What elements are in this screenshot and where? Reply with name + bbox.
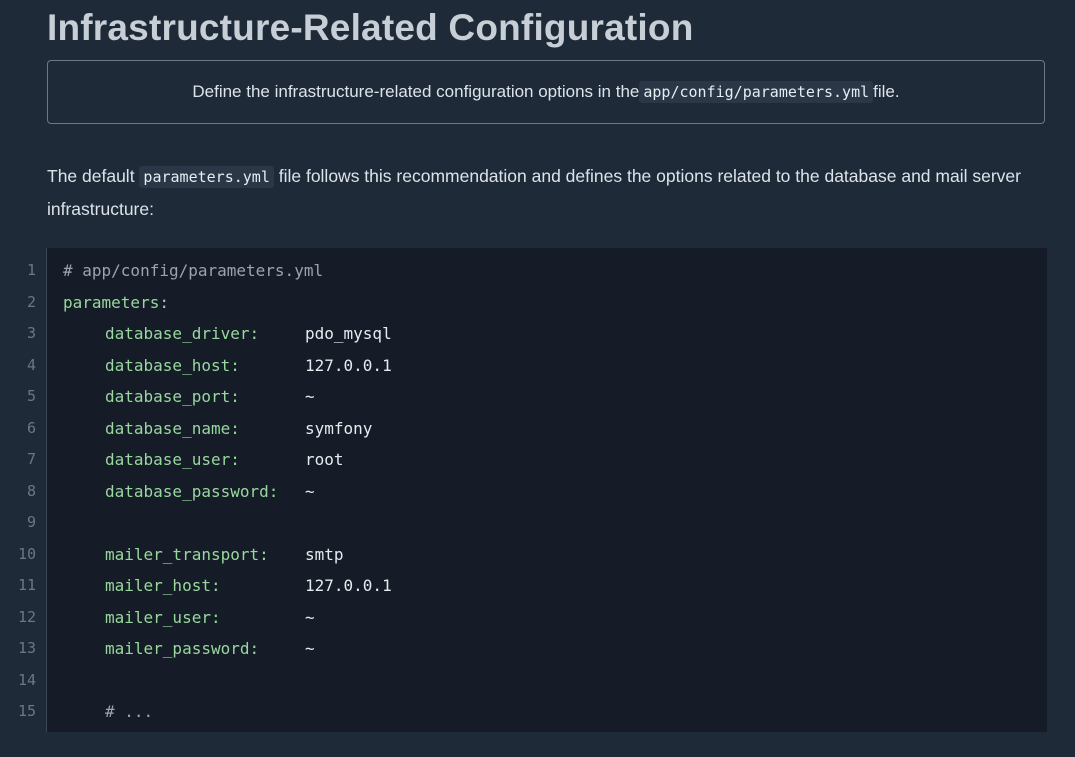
recommendation-callout: Define the infrastructure-related config… (47, 60, 1045, 124)
line-number: 8 (26, 481, 36, 500)
code-line: database_host: 127.0.0.1 (63, 350, 392, 382)
line-number: 10 (17, 544, 36, 563)
yaml-key: database_password: (105, 481, 279, 501)
line-number: 14 (17, 670, 36, 689)
code-line: # app/config/parameters.yml (63, 255, 323, 287)
code-line: mailer_user: ~ (63, 602, 315, 634)
page-title: Infrastructure-Related Configuration (47, 7, 694, 48)
line-number: 11 (17, 576, 36, 594)
yaml-key: database_user: (105, 450, 240, 469)
code-line: mailer_password: ~ (63, 633, 315, 665)
yaml-value: ~ (305, 607, 315, 627)
yaml-value: pdo_mysql (305, 324, 392, 343)
yaml-value: root (305, 450, 344, 469)
line-number: 1 (26, 261, 36, 279)
yaml-value: 127.0.0.1 (305, 355, 392, 375)
line-number: 9 (26, 513, 36, 531)
code-line: # ... (63, 696, 153, 728)
code-line: database_driver: pdo_mysql (63, 318, 392, 350)
yaml-key: mailer_transport: (105, 544, 269, 564)
yaml-key: mailer_password: (105, 639, 260, 658)
line-number: 12 (17, 607, 36, 626)
code-line: mailer_transport: smtp (63, 539, 344, 571)
callout-inline-code: app/config/parameters.yml (639, 81, 874, 103)
code-line: mailer_host: 127.0.0.1 (63, 570, 392, 602)
callout-text-after: file. (873, 82, 900, 101)
code-comment: # app/config/parameters.yml (63, 261, 324, 280)
line-number: 2 (26, 292, 36, 311)
yaml-value: smtp (305, 544, 344, 564)
intro-inline-code: parameters.yml (139, 166, 274, 188)
code-line: parameters: (63, 287, 169, 319)
line-number: 3 (26, 324, 36, 342)
yaml-key: database_host: (105, 355, 240, 375)
yaml-value: ~ (305, 481, 315, 501)
code-line: database_user: root (63, 444, 344, 476)
yaml-value: 127.0.0.1 (305, 576, 392, 595)
intro-paragraph: The default parameters.yml file follows … (47, 160, 1047, 225)
yaml-value: ~ (305, 387, 315, 406)
code-comment: # ... (105, 702, 154, 721)
yaml-key: mailer_user: (105, 607, 221, 627)
line-number: 15 (17, 702, 36, 720)
yaml-value: symfony (305, 418, 373, 438)
line-number: 13 (17, 639, 36, 657)
code-line: database_port: ~ (63, 381, 315, 413)
line-number: 5 (26, 387, 36, 405)
line-number: 7 (26, 450, 36, 468)
yaml-value: ~ (305, 639, 315, 658)
code-content: # app/config/parameters.yml parameters: da… (47, 248, 1047, 732)
intro-text-before: The default (47, 166, 140, 186)
code-line: database_name: symfony (63, 413, 372, 445)
yaml-key: parameters: (63, 292, 169, 312)
code-line: database_password: ~ (63, 476, 315, 508)
line-number: 4 (26, 355, 36, 374)
callout-text-before: Define the infrastructure-related config… (192, 82, 640, 101)
yaml-key: database_port: (105, 387, 240, 406)
yaml-key: database_driver: (105, 324, 260, 343)
yaml-key: database_name: (105, 418, 240, 438)
yaml-key: mailer_host: (105, 576, 221, 595)
line-number-gutter: 1 2 3 4 5 6 7 8 9 10 11 12 13 14 15 (0, 248, 47, 732)
line-number: 6 (26, 418, 36, 437)
code-block: 1 2 3 4 5 6 7 8 9 10 11 12 13 14 15 # app/config/param… (0, 248, 1047, 732)
